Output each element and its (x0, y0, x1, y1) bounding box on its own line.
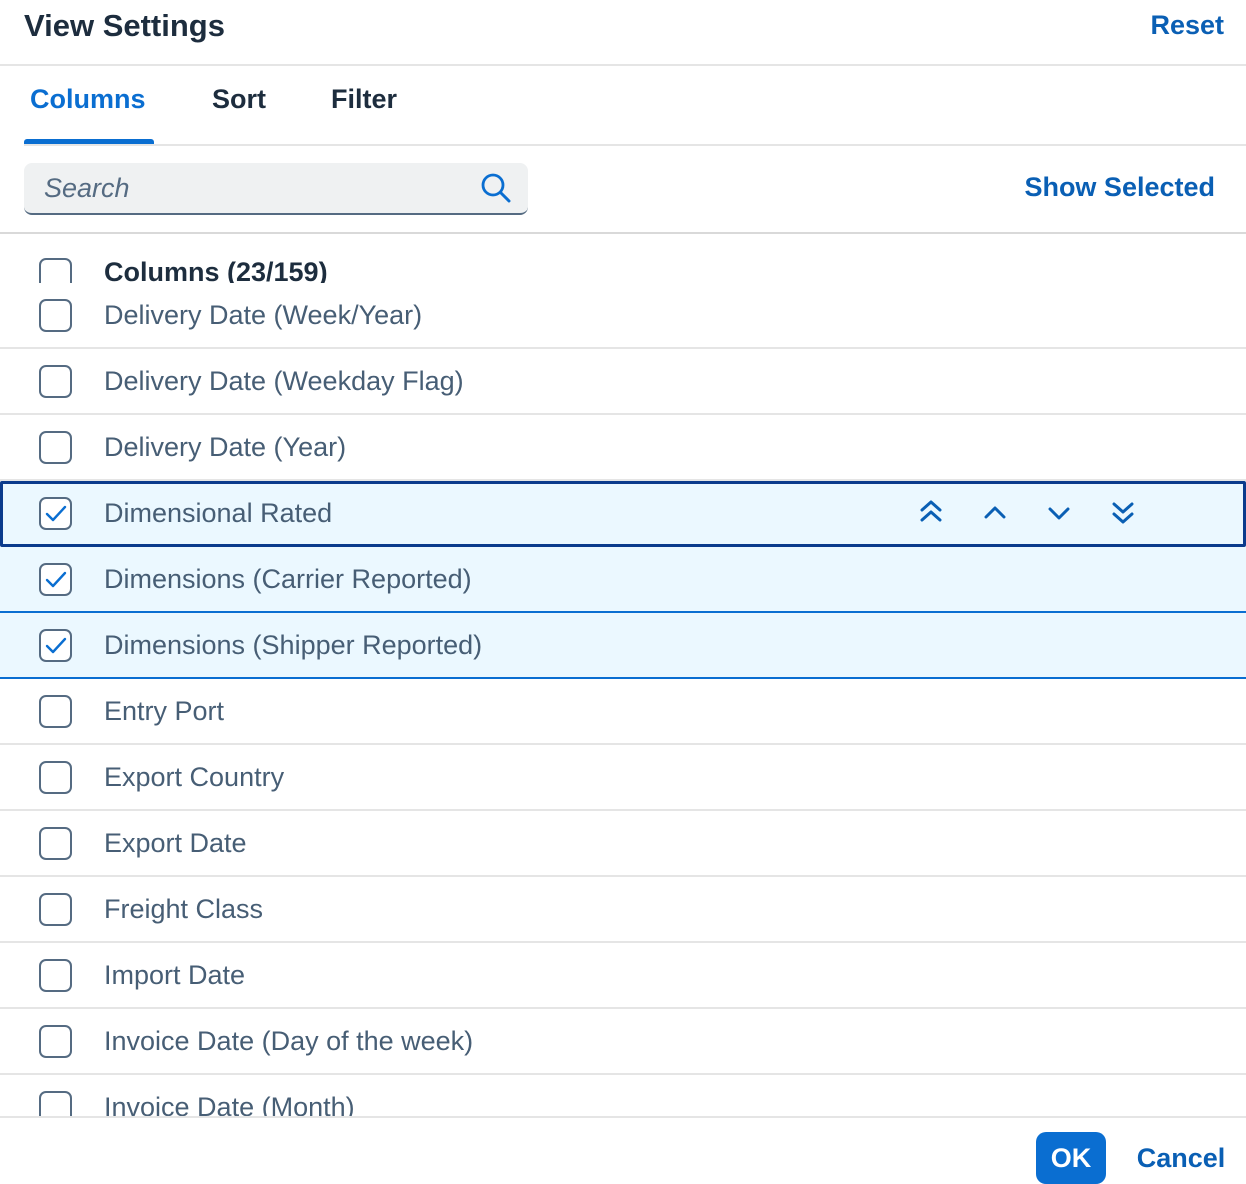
tab-columns[interactable]: Columns (30, 84, 146, 115)
move-down-icon[interactable] (1041, 495, 1077, 531)
column-checkbox[interactable] (39, 761, 72, 794)
column-label: Freight Class (104, 894, 264, 924)
dialog-footer: OK Cancel (0, 1116, 1246, 1184)
search-icon[interactable] (480, 172, 512, 204)
table-row[interactable]: Delivery Date (Week/Year) (0, 283, 1246, 349)
column-checkbox[interactable] (39, 1091, 72, 1116)
column-checkbox[interactable] (39, 563, 72, 596)
column-label: Export Date (104, 828, 247, 858)
column-label: Entry Port (104, 696, 225, 726)
column-checkbox[interactable] (39, 959, 72, 992)
column-checkbox[interactable] (39, 1025, 72, 1058)
move-to-bottom-icon[interactable] (1105, 495, 1141, 531)
search-input[interactable] (24, 163, 464, 213)
column-checkbox[interactable] (39, 893, 72, 926)
search-field[interactable] (24, 163, 528, 215)
table-row[interactable]: Invoice Date (Day of the week) (0, 1009, 1246, 1075)
cancel-button[interactable]: Cancel (1128, 1132, 1234, 1184)
table-row[interactable]: Delivery Date (Year) (0, 415, 1246, 481)
column-label: Export Country (104, 762, 285, 792)
column-label: Dimensional Rated (104, 498, 333, 528)
column-label: Dimensions (Shipper Reported) (104, 630, 483, 660)
show-selected-button[interactable]: Show Selected (1024, 172, 1215, 203)
table-row[interactable]: Freight Class (0, 877, 1246, 943)
column-checkbox[interactable] (39, 365, 72, 398)
column-checkbox[interactable] (39, 695, 72, 728)
table-row[interactable]: Delivery Date (Weekday Flag) (0, 349, 1246, 415)
column-list[interactable]: Columns (23/159) Delivery Date (Week/Yea… (0, 234, 1246, 1116)
table-row[interactable]: Export Country (0, 745, 1246, 811)
table-row[interactable]: Dimensional Rated (0, 481, 1246, 547)
table-row[interactable]: Export Date (0, 811, 1246, 877)
table-row[interactable]: Import Date (0, 943, 1246, 1009)
column-label: Delivery Date (Weekday Flag) (104, 366, 464, 396)
tab-filter[interactable]: Filter (331, 84, 397, 115)
column-checkbox[interactable] (39, 299, 72, 332)
tab-sort[interactable]: Sort (212, 84, 266, 115)
table-row[interactable]: Entry Port (0, 679, 1246, 745)
column-label: Delivery Date (Year) (104, 432, 347, 462)
table-row[interactable]: Dimensions (Shipper Reported) (0, 613, 1246, 679)
column-checkbox[interactable] (39, 497, 72, 530)
column-checkbox[interactable] (39, 431, 72, 464)
column-label: Delivery Date (Week/Year) (104, 300, 423, 330)
move-up-icon[interactable] (977, 495, 1013, 531)
column-checkbox[interactable] (39, 827, 72, 860)
column-label: Invoice Date (Day of the week) (104, 1026, 474, 1056)
column-label: Invoice Date (Month) (104, 1092, 355, 1116)
table-row[interactable]: Dimensions (Carrier Reported) (0, 547, 1246, 613)
ok-button[interactable]: OK (1036, 1132, 1106, 1184)
tab-bar: Columns Sort Filter (0, 66, 1246, 146)
tab-bar-divider (24, 144, 1246, 146)
column-checkbox[interactable] (39, 629, 72, 662)
dialog-header: View Settings Reset (0, 0, 1246, 66)
reset-button[interactable]: Reset (1150, 10, 1224, 41)
dialog-title: View Settings (24, 8, 225, 43)
table-row[interactable]: Invoice Date (Month) (0, 1075, 1246, 1116)
column-label: Import Date (104, 960, 246, 990)
column-label: Dimensions (Carrier Reported) (104, 564, 472, 594)
move-to-top-icon[interactable] (913, 495, 949, 531)
